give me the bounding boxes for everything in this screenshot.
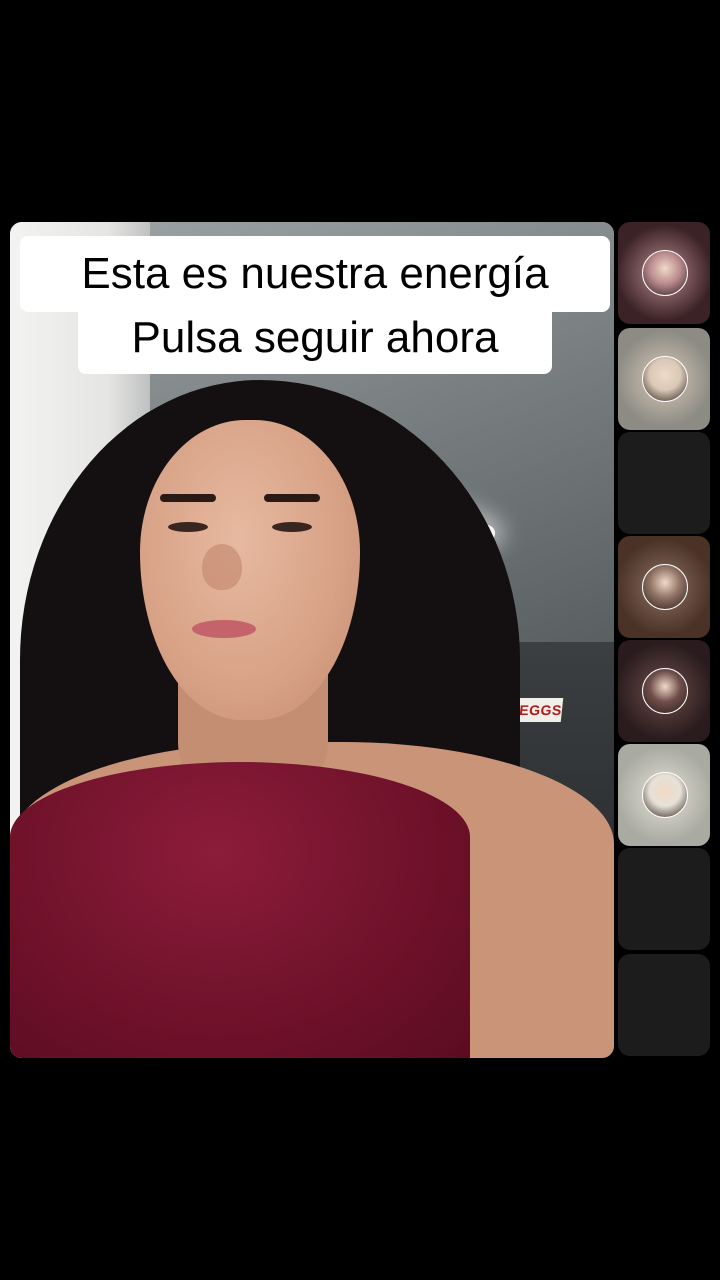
person-face: [140, 420, 360, 720]
participant-6-avatar: [642, 772, 688, 818]
caption-line-2: Pulsa seguir ahora: [78, 302, 552, 374]
participant-8-tile[interactable]: [618, 954, 710, 1056]
person-shirt: [10, 762, 470, 1058]
participant-4-avatar: [642, 564, 688, 610]
left-eye: [168, 522, 208, 532]
person-mouth: [192, 620, 256, 638]
right-eye: [272, 522, 312, 532]
caption-line-1: Esta es nuestra energía: [20, 236, 610, 312]
participant-5-avatar: [642, 668, 688, 714]
participant-6-tile[interactable]: [618, 744, 710, 846]
participant-7-tile[interactable]: [618, 848, 710, 950]
participant-1-avatar: [642, 250, 688, 296]
person-nose: [202, 544, 242, 590]
participant-5-tile[interactable]: [618, 640, 710, 742]
right-eyebrow: [264, 494, 320, 502]
participant-2-tile[interactable]: [618, 328, 710, 430]
participant-3-tile[interactable]: [618, 432, 710, 534]
participant-1-tile[interactable]: [618, 222, 710, 324]
participant-2-avatar: [642, 356, 688, 402]
participant-4-tile[interactable]: [618, 536, 710, 638]
left-eyebrow: [160, 494, 216, 502]
